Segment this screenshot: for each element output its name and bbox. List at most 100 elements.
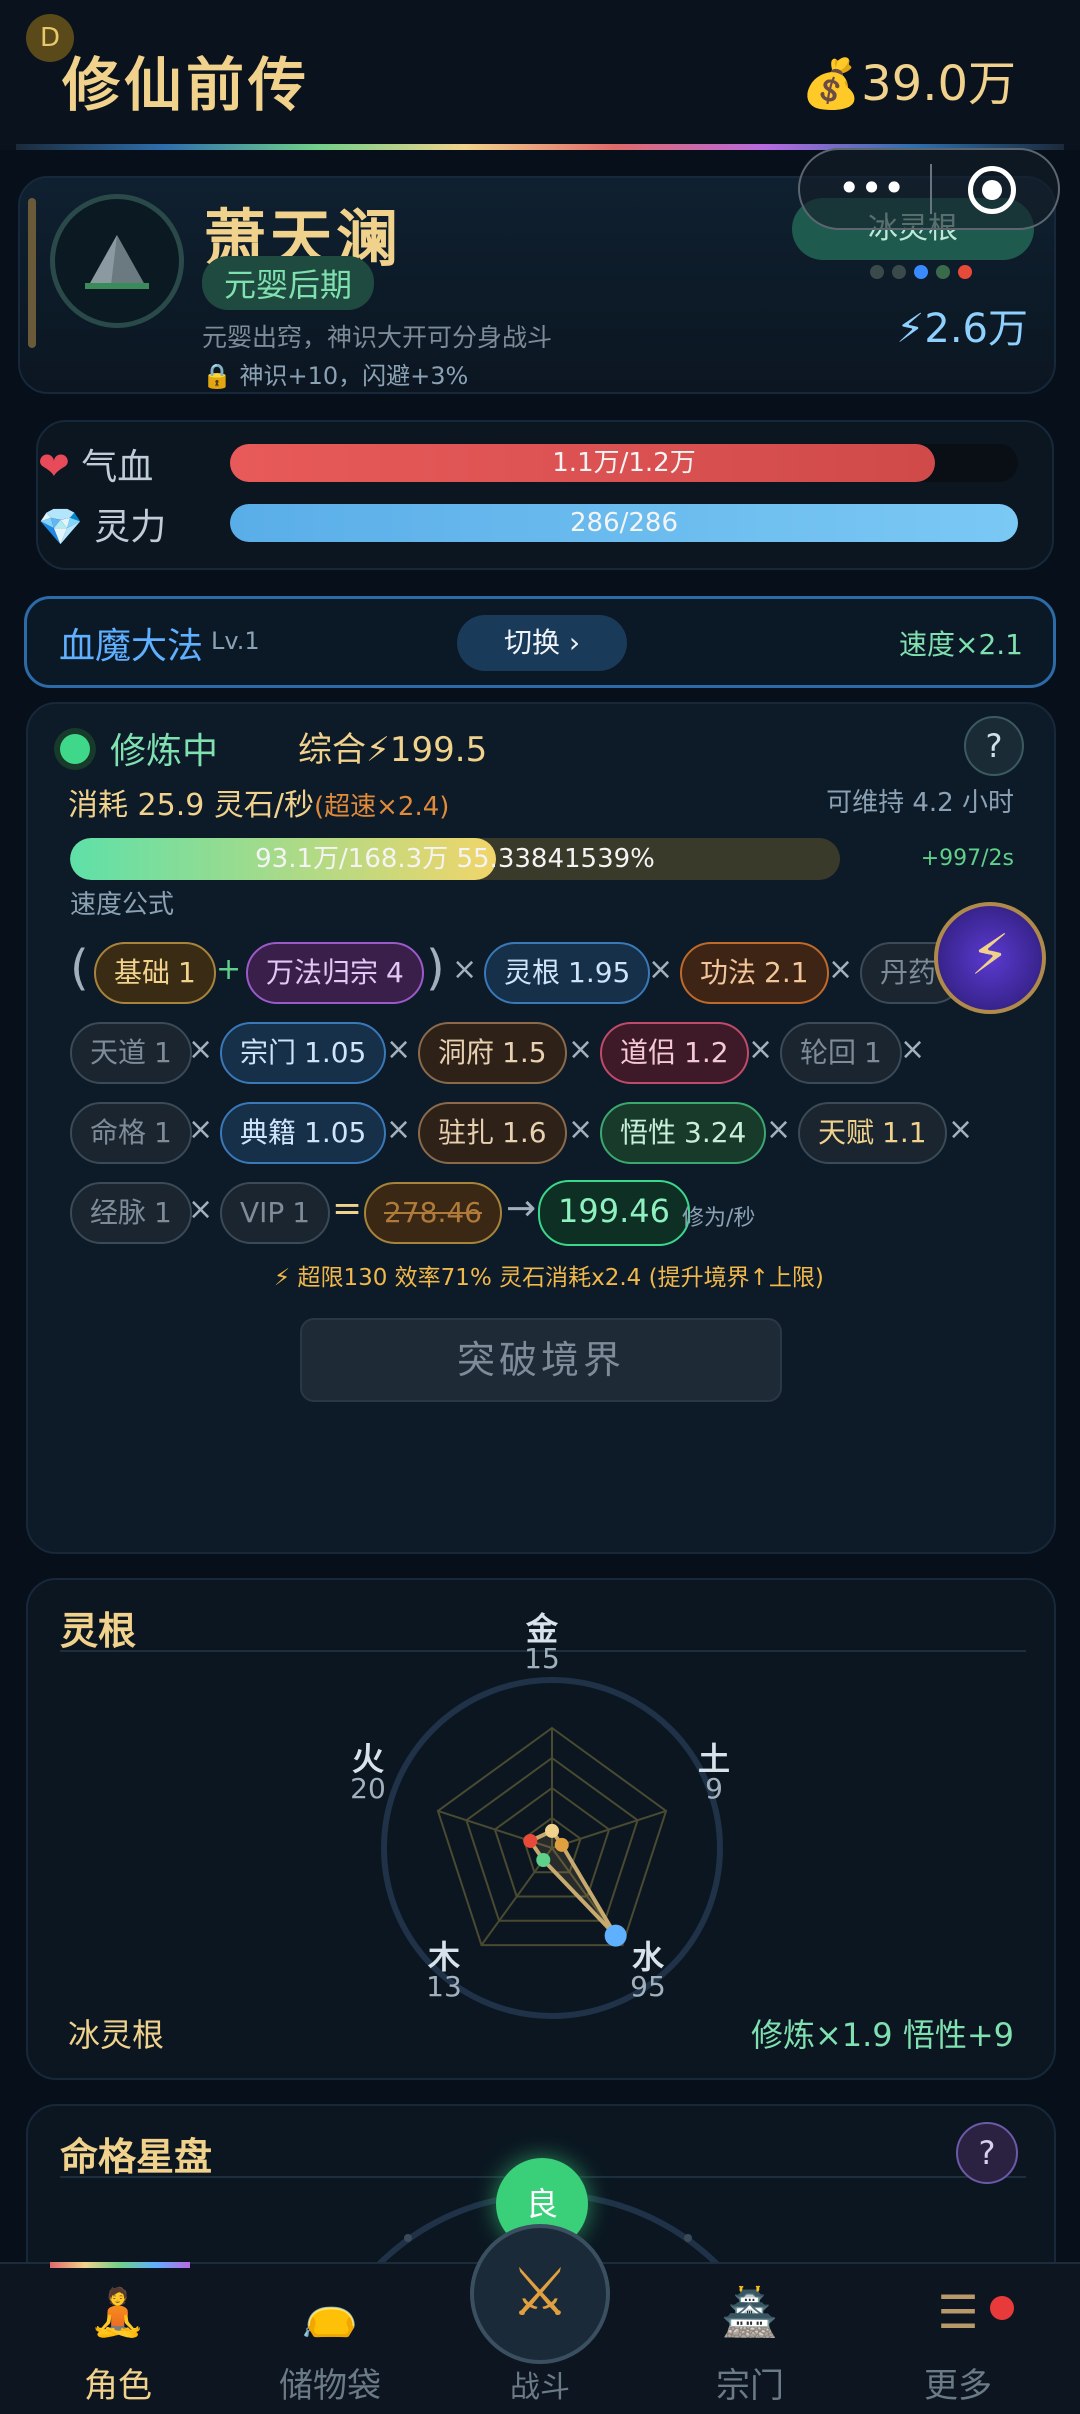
spirit-root-effect: 修炼×1.9 悟性+9 — [750, 2016, 1014, 2054]
chip-gongfa[interactable]: 功法 2.1 — [680, 942, 829, 1004]
root-value-earth: 9 — [705, 1772, 723, 1805]
more-dots-icon[interactable]: ••• — [838, 168, 905, 208]
chip-vip[interactable]: VIP 1 — [220, 1182, 331, 1244]
close-target-icon[interactable] — [968, 166, 1016, 214]
chip-jingmai[interactable]: 经脉 1 — [70, 1182, 192, 1244]
chip-dianji[interactable]: 典籍 1.05 — [220, 1102, 387, 1164]
root-dot — [892, 265, 906, 279]
multiply-operator: × — [828, 952, 854, 987]
chip-linggen[interactable]: 灵根 1.95 — [484, 942, 651, 1004]
chip-name: 典籍 — [240, 1116, 297, 1149]
menu-icon: ☰ — [937, 2285, 979, 2339]
cultivation-progress: 93.1万/168.3万 55.33841539% — [70, 838, 840, 880]
chip-name: 宗门 — [240, 1036, 297, 1069]
technique-speed: 速度×2.1 — [899, 628, 1023, 661]
nav-sect[interactable]: 🏯 宗门 — [660, 2264, 840, 2414]
hp-bar: 1.1万/1.2万 — [230, 444, 1018, 482]
battle-button[interactable]: ⚔ — [470, 2224, 610, 2364]
nav-role[interactable]: 🧘 角色 — [28, 2264, 208, 2414]
card-accent — [28, 198, 36, 348]
chip-base[interactable]: 基础 1 — [94, 942, 216, 1004]
root-value-wood: 13 — [426, 1970, 462, 2003]
hp-label: 气血 — [81, 447, 154, 488]
lightning-boost-button[interactable]: ⚡ — [934, 902, 1046, 1014]
chip-value: 3.24 — [684, 1116, 747, 1149]
multiply-operator: × — [188, 1032, 214, 1067]
chip-name: 天道 — [90, 1036, 147, 1069]
mp-bar: 286/286 — [230, 504, 1018, 542]
multiply-operator: × — [648, 952, 674, 987]
stone-cost-main: 消耗 25.9 灵石/秒 — [68, 788, 314, 823]
chip-daolv[interactable]: 道侣 1.2 — [600, 1022, 749, 1084]
chip-value: 1 — [864, 1036, 882, 1069]
technique-level: Lv.1 — [211, 627, 260, 655]
multiply-operator: × — [948, 1112, 974, 1147]
mp-label: 灵力 — [94, 507, 167, 548]
combat-power: ⚡2.6万 — [896, 306, 1028, 352]
multiply-operator: × — [188, 1112, 214, 1147]
total-speed: 综合⚡199.5 — [298, 730, 488, 770]
overspeed-label: (超速×2.4) — [313, 792, 450, 822]
nav-active-indicator — [50, 2262, 190, 2268]
chip-zongmen[interactable]: 宗门 1.05 — [220, 1022, 387, 1084]
arrow-right-icon: → — [506, 1188, 537, 1229]
chip-value: 1 — [154, 1196, 172, 1229]
radar-point — [523, 1833, 538, 1848]
chip-lunhui[interactable]: 轮回 1 — [780, 1022, 902, 1084]
nav-more-label: 更多 — [924, 2366, 992, 2406]
hp-value: 1.1万/1.2万 — [552, 448, 696, 478]
chip-value: 2.1 — [764, 956, 809, 989]
chip-raw-speed: 278.46 — [364, 1182, 502, 1244]
stats-card: ❤ 气血 1.1万/1.2万 💎 灵力 286/286 — [36, 420, 1054, 570]
chip-name: 功法 — [700, 956, 757, 989]
radar-point — [545, 1823, 559, 1838]
nav-role-label: 角色 — [84, 2366, 152, 2406]
chip-name: 丹药 — [880, 956, 937, 989]
mp-label-row: 💎 灵力 — [38, 498, 166, 550]
stone-cost: 消耗 25.9 灵石/秒(超速×2.4) — [68, 780, 449, 824]
chip-name: 驻扎 — [438, 1116, 495, 1149]
mini-program-capsule[interactable]: ••• — [798, 148, 1060, 230]
lightning-icon: ⚡ — [970, 923, 1010, 988]
hp-label-row: ❤ 气血 — [38, 438, 153, 490]
cultivation-progress-text: 93.1万/168.3万 55.33841539% — [255, 844, 655, 874]
chip-wuxing[interactable]: 悟性 3.24 — [600, 1102, 767, 1164]
plus-operator: + — [216, 952, 242, 987]
chip-value: 1.5 — [502, 1036, 547, 1069]
chip-final-speed: 199.46 — [538, 1180, 690, 1246]
chip-mingge[interactable]: 命格 1 — [70, 1102, 192, 1164]
heart-icon: ❤ — [38, 444, 70, 488]
notification-dot — [990, 2296, 1014, 2320]
chip-value: 1.05 — [304, 1116, 367, 1149]
root-value-fire: 20 — [350, 1772, 386, 1805]
nav-bag[interactable]: 👝 储物袋 — [240, 2264, 420, 2414]
chip-dongfu[interactable]: 洞府 1.5 — [418, 1022, 567, 1084]
root-dot — [936, 265, 950, 279]
multiply-operator: × — [386, 1112, 412, 1147]
chip-value: 4 — [386, 956, 404, 989]
breakthrough-button[interactable]: 突破境界 — [300, 1318, 782, 1402]
switch-technique-button[interactable]: 切换 › — [457, 615, 627, 671]
fate-help-button[interactable]: ? — [956, 2122, 1018, 2184]
multiply-operator: × — [386, 1032, 412, 1067]
avatar[interactable] — [50, 194, 184, 328]
chip-name: 灵根 — [504, 956, 561, 989]
chip-name: 天赋 — [818, 1116, 875, 1149]
chip-name: 道侣 — [620, 1036, 677, 1069]
multiply-operator: × — [748, 1032, 774, 1067]
help-button[interactable]: ? — [964, 716, 1024, 776]
chip-zhuzha[interactable]: 驻扎 1.6 — [418, 1102, 567, 1164]
chip-tiandao[interactable]: 天道 1 — [70, 1022, 192, 1084]
sustain-time: 可维持 4.2 小时 — [826, 788, 1014, 818]
root-dots — [870, 264, 980, 283]
chip-wanfa[interactable]: 万法归宗 4 — [246, 942, 424, 1004]
nav-more[interactable]: ☰ 更多 — [868, 2264, 1048, 2414]
top-bar: D 修仙前传 💰39.0万 — [0, 0, 1080, 150]
chip-name: 万法归宗 — [266, 956, 379, 989]
chip-value: 1 — [154, 1116, 172, 1149]
formula-label: 速度公式 — [70, 890, 175, 920]
chip-value: 1 — [178, 956, 196, 989]
multiply-operator: × — [188, 1192, 214, 1227]
chip-tianfu[interactable]: 天赋 1.1 — [798, 1102, 947, 1164]
technique-name: 血魔大法 — [59, 626, 204, 667]
